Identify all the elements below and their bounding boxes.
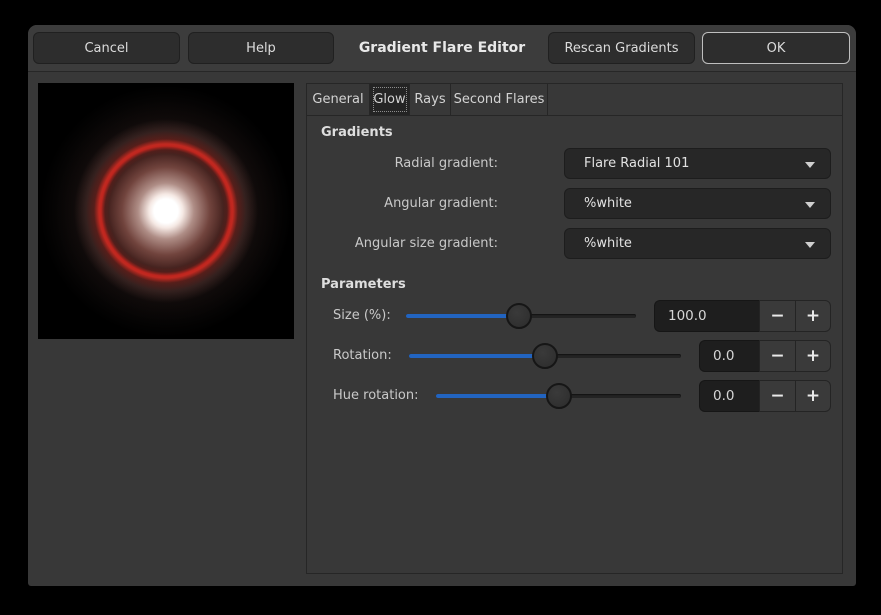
radial-gradient-row: Radial gradient: Flare Radial 101 xyxy=(307,148,842,179)
flare-preview-image xyxy=(38,83,294,339)
rotation-increment-button[interactable]: + xyxy=(795,340,831,372)
angular-size-gradient-value: %white xyxy=(584,236,632,251)
radial-gradient-value: Flare Radial 101 xyxy=(584,156,689,171)
hue-rotation-decrement-button[interactable]: − xyxy=(759,380,795,412)
rotation-row: Rotation: − + xyxy=(307,340,842,372)
rescan-gradients-button[interactable]: Rescan Gradients xyxy=(548,32,695,64)
angular-gradient-select[interactable]: %white xyxy=(564,188,831,219)
size-label: Size (%): xyxy=(333,300,391,332)
cancel-button[interactable]: Cancel xyxy=(33,32,180,64)
angular-size-gradient-label: Angular size gradient: xyxy=(321,228,498,259)
tab-rays[interactable]: Rays xyxy=(410,84,451,115)
hue-rotation-slider-fill xyxy=(436,394,559,398)
gradient-flare-editor-window: Cancel Help Gradient Flare Editor Rescan… xyxy=(28,25,856,586)
tab-second-flares[interactable]: Second Flares xyxy=(451,84,548,115)
chevron-down-icon xyxy=(805,242,815,248)
hue-rotation-entry[interactable] xyxy=(699,380,759,412)
size-slider[interactable] xyxy=(406,300,636,332)
chevron-down-icon xyxy=(805,202,815,208)
angular-size-gradient-row: Angular size gradient: %white xyxy=(307,228,842,259)
parameters-heading: Parameters xyxy=(321,277,406,292)
radial-gradient-label: Radial gradient: xyxy=(321,148,498,179)
tab-glow[interactable]: Glow xyxy=(370,84,410,115)
hue-rotation-label: Hue rotation: xyxy=(333,380,419,412)
gradients-heading: Gradients xyxy=(321,125,393,140)
angular-size-gradient-select[interactable]: %white xyxy=(564,228,831,259)
tab-bar: General Glow Rays Second Flares xyxy=(307,84,842,116)
titlebar[interactable]: Cancel Help Gradient Flare Editor Rescan… xyxy=(28,25,856,72)
glow-tab-panel: Gradients Radial gradient: Flare Radial … xyxy=(307,115,842,573)
editor-notebook: General Glow Rays Second Flares Gradient… xyxy=(306,83,843,574)
chevron-down-icon xyxy=(805,162,815,168)
size-slider-fill xyxy=(406,314,519,318)
hue-rotation-slider[interactable] xyxy=(436,380,681,412)
rotation-slider-handle[interactable] xyxy=(532,343,558,369)
size-row: Size (%): − + xyxy=(307,300,842,332)
size-decrement-button[interactable]: − xyxy=(759,300,795,332)
rotation-decrement-button[interactable]: − xyxy=(759,340,795,372)
size-entry[interactable] xyxy=(654,300,759,332)
size-increment-button[interactable]: + xyxy=(795,300,831,332)
rotation-slider-fill xyxy=(409,354,545,358)
size-slider-handle[interactable] xyxy=(506,303,532,329)
rotation-slider[interactable] xyxy=(409,340,681,372)
hue-rotation-slider-handle[interactable] xyxy=(546,383,572,409)
hue-rotation-increment-button[interactable]: + xyxy=(795,380,831,412)
tab-general[interactable]: General xyxy=(307,84,370,115)
angular-gradient-value: %white xyxy=(584,196,632,211)
ok-button[interactable]: OK xyxy=(702,32,850,64)
help-button[interactable]: Help xyxy=(188,32,334,64)
angular-gradient-label: Angular gradient: xyxy=(321,188,498,219)
hue-rotation-row: Hue rotation: − + xyxy=(307,380,842,412)
radial-gradient-select[interactable]: Flare Radial 101 xyxy=(564,148,831,179)
rotation-entry[interactable] xyxy=(699,340,759,372)
rotation-label: Rotation: xyxy=(333,340,392,372)
flare-preview xyxy=(38,83,294,339)
angular-gradient-row: Angular gradient: %white xyxy=(307,188,842,219)
